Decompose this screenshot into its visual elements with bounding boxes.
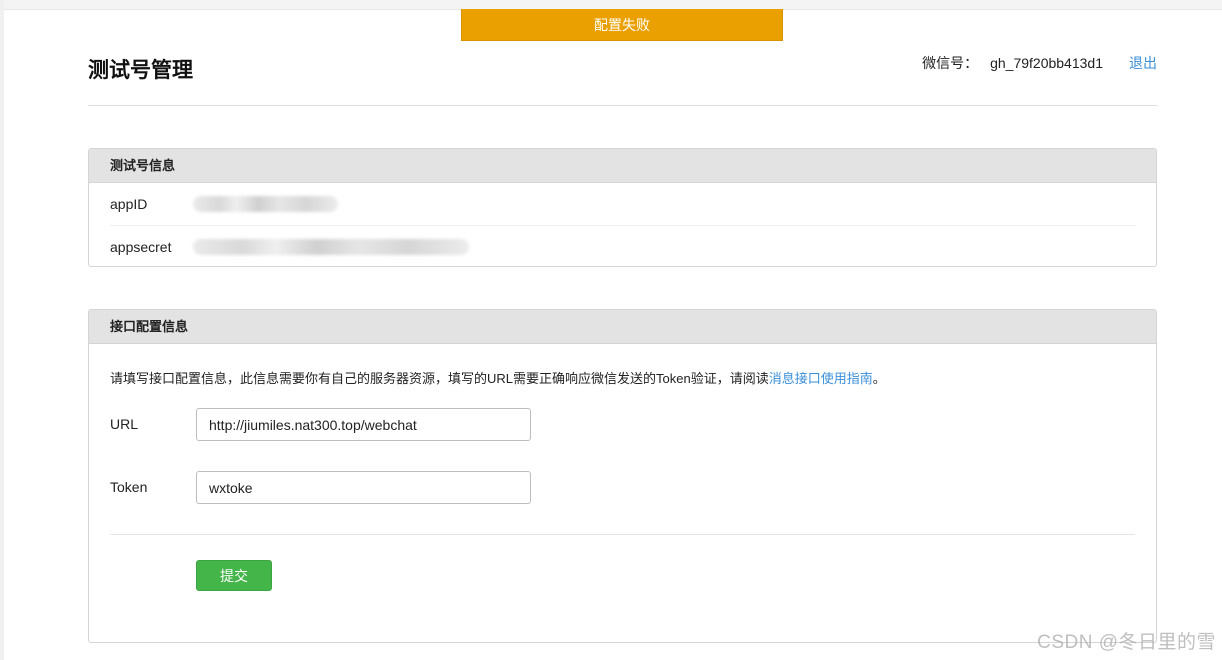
account-label: 微信号： bbox=[922, 55, 979, 71]
config-description-text: 请填写接口配置信息，此信息需要你有自己的服务器资源，填写的URL需要正确响应微信… bbox=[110, 371, 769, 386]
page: 配置失败 测试号管理 微信号： gh_79f20bb413d1 退出 测试号信息… bbox=[0, 0, 1222, 660]
appid-label: appID bbox=[110, 196, 148, 212]
appid-row: appID bbox=[110, 183, 1135, 226]
submit-button[interactable]: 提交 bbox=[196, 560, 272, 591]
interface-config-panel: 接口配置信息 请填写接口配置信息，此信息需要你有自己的服务器资源，填写的URL需… bbox=[88, 309, 1157, 643]
error-toast: 配置失败 bbox=[461, 9, 783, 41]
header-divider bbox=[88, 105, 1157, 106]
account-value: gh_79f20bb413d1 bbox=[990, 55, 1103, 71]
left-edge bbox=[0, 0, 4, 660]
guide-link[interactable]: 消息接口使用指南 bbox=[769, 371, 873, 386]
logout-link[interactable]: 退出 bbox=[1129, 53, 1157, 73]
appid-blurred-value bbox=[193, 196, 338, 212]
token-label: Token bbox=[110, 479, 148, 495]
test-info-heading: 测试号信息 bbox=[89, 149, 1156, 183]
url-input[interactable] bbox=[196, 408, 531, 441]
test-info-panel: 测试号信息 appID appsecret bbox=[88, 148, 1157, 267]
appsecret-row: appsecret bbox=[110, 226, 1135, 268]
account-info: 微信号： gh_79f20bb413d1 退出 bbox=[922, 53, 1157, 73]
url-label: URL bbox=[110, 416, 139, 432]
watermark: CSDN @冬日里的雪 bbox=[1037, 632, 1216, 653]
config-description: 请填写接口配置信息，此信息需要你有自己的服务器资源，填写的URL需要正确响应微信… bbox=[110, 368, 886, 387]
config-description-end: 。 bbox=[872, 371, 886, 386]
token-input[interactable] bbox=[196, 471, 531, 504]
appsecret-blurred-value bbox=[193, 239, 469, 255]
form-divider bbox=[110, 534, 1135, 535]
page-title: 测试号管理 bbox=[88, 59, 193, 82]
appsecret-label: appsecret bbox=[110, 239, 172, 255]
interface-config-heading: 接口配置信息 bbox=[89, 310, 1156, 344]
